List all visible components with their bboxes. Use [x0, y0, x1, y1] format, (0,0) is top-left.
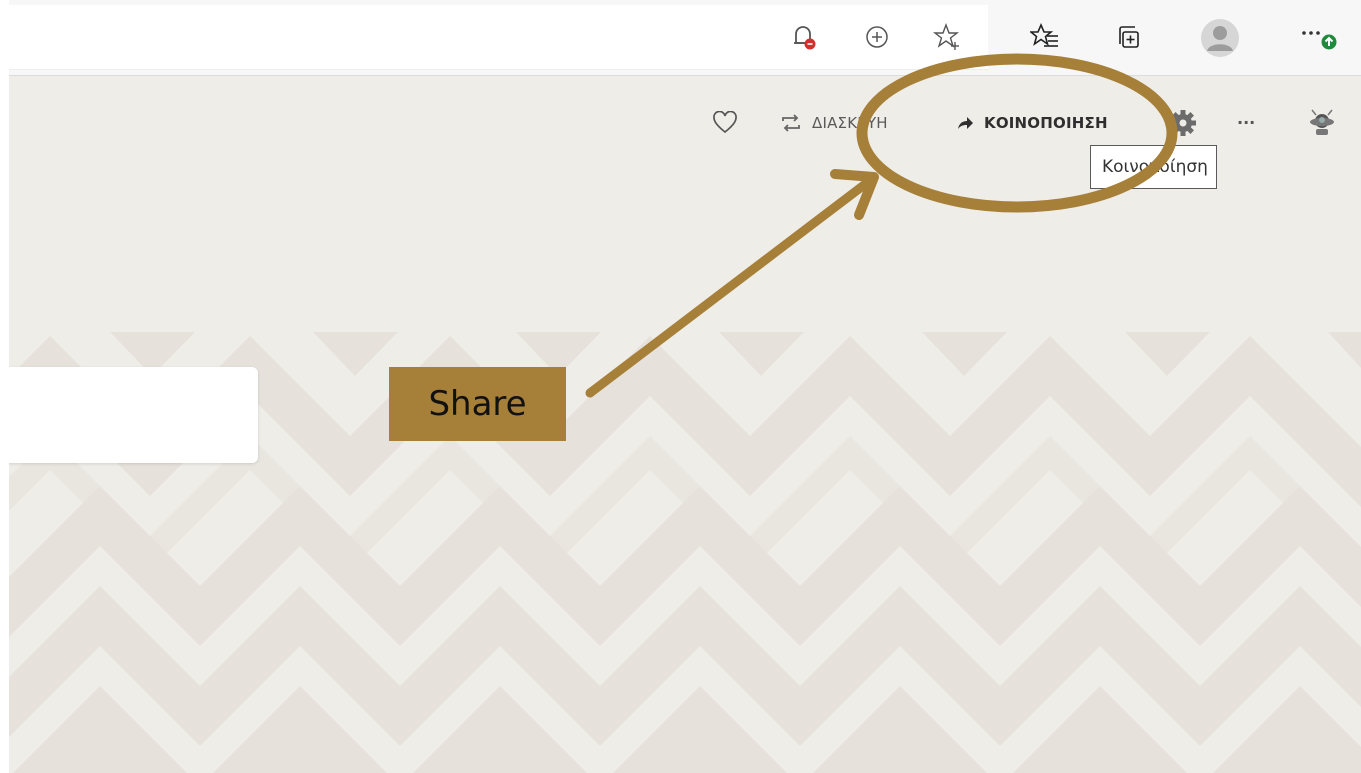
window-left-edge	[0, 0, 9, 773]
highlight-ellipse	[856, 53, 1178, 213]
pointer-arrow-shaft	[585, 177, 873, 398]
share-callout-label: Share	[389, 367, 566, 441]
screenshot-frame: ΔΙΑΣΚΕΥΗ ΚΟΙΝΟΠΟΙΗΣΗ ··· Κοινοποίηση Sha…	[0, 0, 1361, 773]
annotation-overlay	[585, 53, 1178, 398]
